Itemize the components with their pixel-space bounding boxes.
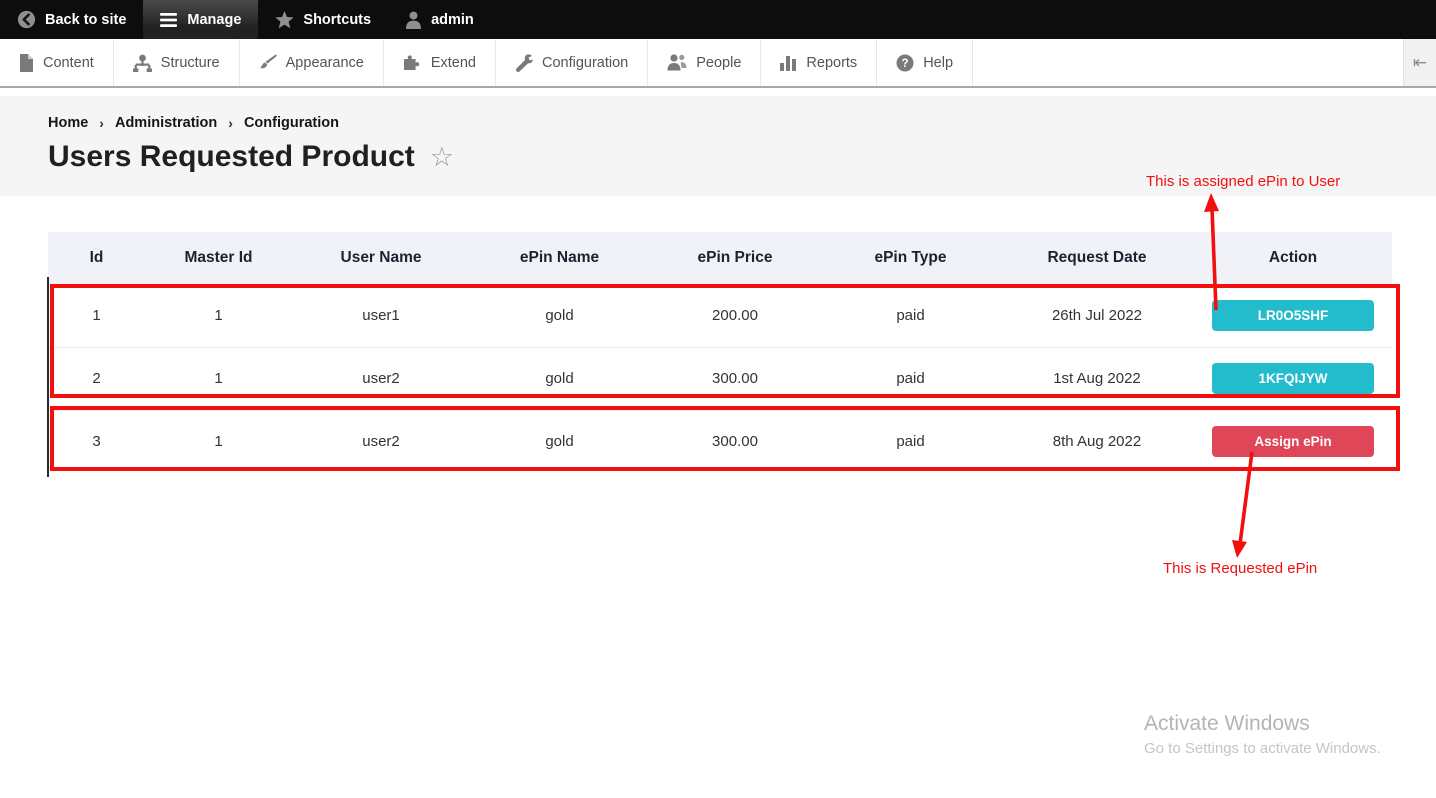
breadcrumb-separator: ›	[99, 115, 104, 131]
cell-id: 2	[48, 347, 145, 410]
activate-windows-watermark: Activate Windows	[1144, 712, 1310, 736]
toolbar-item-people[interactable]: People	[648, 39, 761, 86]
manage-tab[interactable]: Manage	[143, 0, 258, 39]
document-icon	[19, 54, 34, 72]
page-title: Users Requested Product	[48, 140, 415, 174]
paintbrush-icon	[259, 54, 277, 72]
cell-request-date: 1st Aug 2022	[1000, 347, 1194, 410]
question-circle-icon: ?	[896, 54, 914, 72]
cell-master-id: 1	[145, 347, 292, 410]
cell-epin-price: 300.00	[649, 410, 821, 473]
cell-epin-price: 200.00	[649, 284, 821, 347]
cell-epin-type: paid	[821, 347, 1000, 410]
cell-action: 1KFQIJYW	[1194, 347, 1392, 410]
header-master-id: Master Id	[145, 232, 292, 284]
cell-user-name: user1	[292, 284, 470, 347]
cell-action: Assign ePin	[1194, 410, 1392, 473]
toolbar-item-extend[interactable]: Extend	[384, 39, 496, 86]
back-circle-icon	[17, 10, 36, 29]
header-action: Action	[1194, 232, 1392, 284]
wrench-icon	[515, 54, 533, 72]
shortcuts-tab[interactable]: Shortcuts	[258, 0, 388, 39]
cell-user-name: user2	[292, 347, 470, 410]
table-row: 11user1gold200.00paid26th Jul 2022LR0O5S…	[48, 284, 1392, 347]
back-to-site-label: Back to site	[45, 12, 126, 28]
assigned-epin-code-button[interactable]: 1KFQIJYW	[1212, 363, 1374, 394]
toolbar-tray: Content Structure Appearance Extend Conf…	[0, 39, 1436, 88]
toolbar-item-label: People	[696, 55, 741, 71]
breadcrumb-configuration[interactable]: Configuration	[244, 115, 339, 131]
toolbar-item-label: Help	[923, 55, 953, 71]
assign-epin-button[interactable]: Assign ePin	[1212, 426, 1374, 457]
toolbar-item-reports[interactable]: Reports	[761, 39, 877, 86]
admin-user-menu[interactable]: admin	[388, 0, 491, 39]
toolbar-item-help[interactable]: ? Help	[877, 39, 973, 86]
header-epin-type: ePin Type	[821, 232, 1000, 284]
cell-epin-type: paid	[821, 410, 1000, 473]
toolbar-item-appearance[interactable]: Appearance	[240, 39, 384, 86]
annotation-requested-label: This is Requested ePin	[1163, 560, 1317, 577]
collapse-left-arrow-icon: ⇤	[1413, 53, 1427, 73]
puzzle-icon	[403, 54, 422, 71]
star-icon	[275, 11, 294, 29]
header-id: Id	[48, 232, 145, 284]
table-left-edge-line	[47, 277, 49, 477]
cell-master-id: 1	[145, 410, 292, 473]
header-epin-price: ePin Price	[649, 232, 821, 284]
cell-epin-name: gold	[470, 410, 649, 473]
cell-master-id: 1	[145, 284, 292, 347]
people-icon	[667, 54, 687, 71]
breadcrumb-home[interactable]: Home	[48, 115, 88, 131]
hamburger-menu-icon	[160, 12, 178, 28]
cell-request-date: 8th Aug 2022	[1000, 410, 1194, 473]
table-header-row: Id Master Id User Name ePin Name ePin Pr…	[48, 232, 1392, 284]
bar-chart-icon	[780, 54, 797, 71]
admin-username-label: admin	[431, 12, 474, 28]
back-to-site-button[interactable]: Back to site	[0, 0, 143, 39]
table-body: 11user1gold200.00paid26th Jul 2022LR0O5S…	[48, 284, 1392, 473]
breadcrumb-administration[interactable]: Administration	[115, 115, 217, 131]
toolbar-item-label: Extend	[431, 55, 476, 71]
toolbar-item-label: Appearance	[286, 55, 364, 71]
toolbar-item-structure[interactable]: Structure	[114, 39, 240, 86]
cell-epin-type: paid	[821, 284, 1000, 347]
cell-epin-price: 300.00	[649, 347, 821, 410]
table-row: 31user2gold300.00paid8th Aug 2022 Assign …	[48, 410, 1392, 473]
toolbar-orientation-toggle[interactable]: ⇤	[1403, 39, 1436, 86]
cell-action: LR0O5SHF	[1194, 284, 1392, 347]
cell-user-name: user2	[292, 410, 470, 473]
header-user-name: User Name	[292, 232, 470, 284]
toolbar-item-content[interactable]: Content	[0, 39, 114, 86]
cell-request-date: 26th Jul 2022	[1000, 284, 1194, 347]
toolbar-item-label: Structure	[161, 55, 220, 71]
manage-label: Manage	[187, 12, 241, 28]
user-icon	[405, 11, 422, 29]
cell-id: 1	[48, 284, 145, 347]
cell-epin-name: gold	[470, 347, 649, 410]
sitemap-icon	[133, 54, 152, 72]
breadcrumb-separator: ›	[228, 115, 233, 131]
admin-toolbar: Back to site Manage Shortcuts admin	[0, 0, 1436, 39]
header-request-date: Request Date	[1000, 232, 1194, 284]
toolbar-item-configuration[interactable]: Configuration	[496, 39, 648, 86]
cell-id: 3	[48, 410, 145, 473]
annotation-assigned-label: This is assigned ePin to User	[1146, 173, 1340, 190]
cell-epin-name: gold	[470, 284, 649, 347]
shortcuts-label: Shortcuts	[303, 12, 371, 28]
toolbar-item-label: Configuration	[542, 55, 628, 71]
table-row: 21user2gold300.00paid1st Aug 2022 1KFQIJY…	[48, 347, 1392, 410]
header-epin-name: ePin Name	[470, 232, 649, 284]
favorite-star-icon[interactable]: ☆	[430, 144, 454, 171]
toolbar-item-label: Reports	[806, 55, 857, 71]
requested-products-table: Id Master Id User Name ePin Name ePin Pr…	[48, 232, 1392, 473]
assigned-epin-code-button[interactable]: LR0O5SHF	[1212, 300, 1374, 331]
toolbar-item-label: Content	[43, 55, 94, 71]
svg-text:?: ?	[902, 58, 909, 70]
breadcrumb: Home › Administration › Configuration	[48, 115, 1436, 131]
activate-windows-subtext: Go to Settings to activate Windows.	[1144, 740, 1381, 757]
